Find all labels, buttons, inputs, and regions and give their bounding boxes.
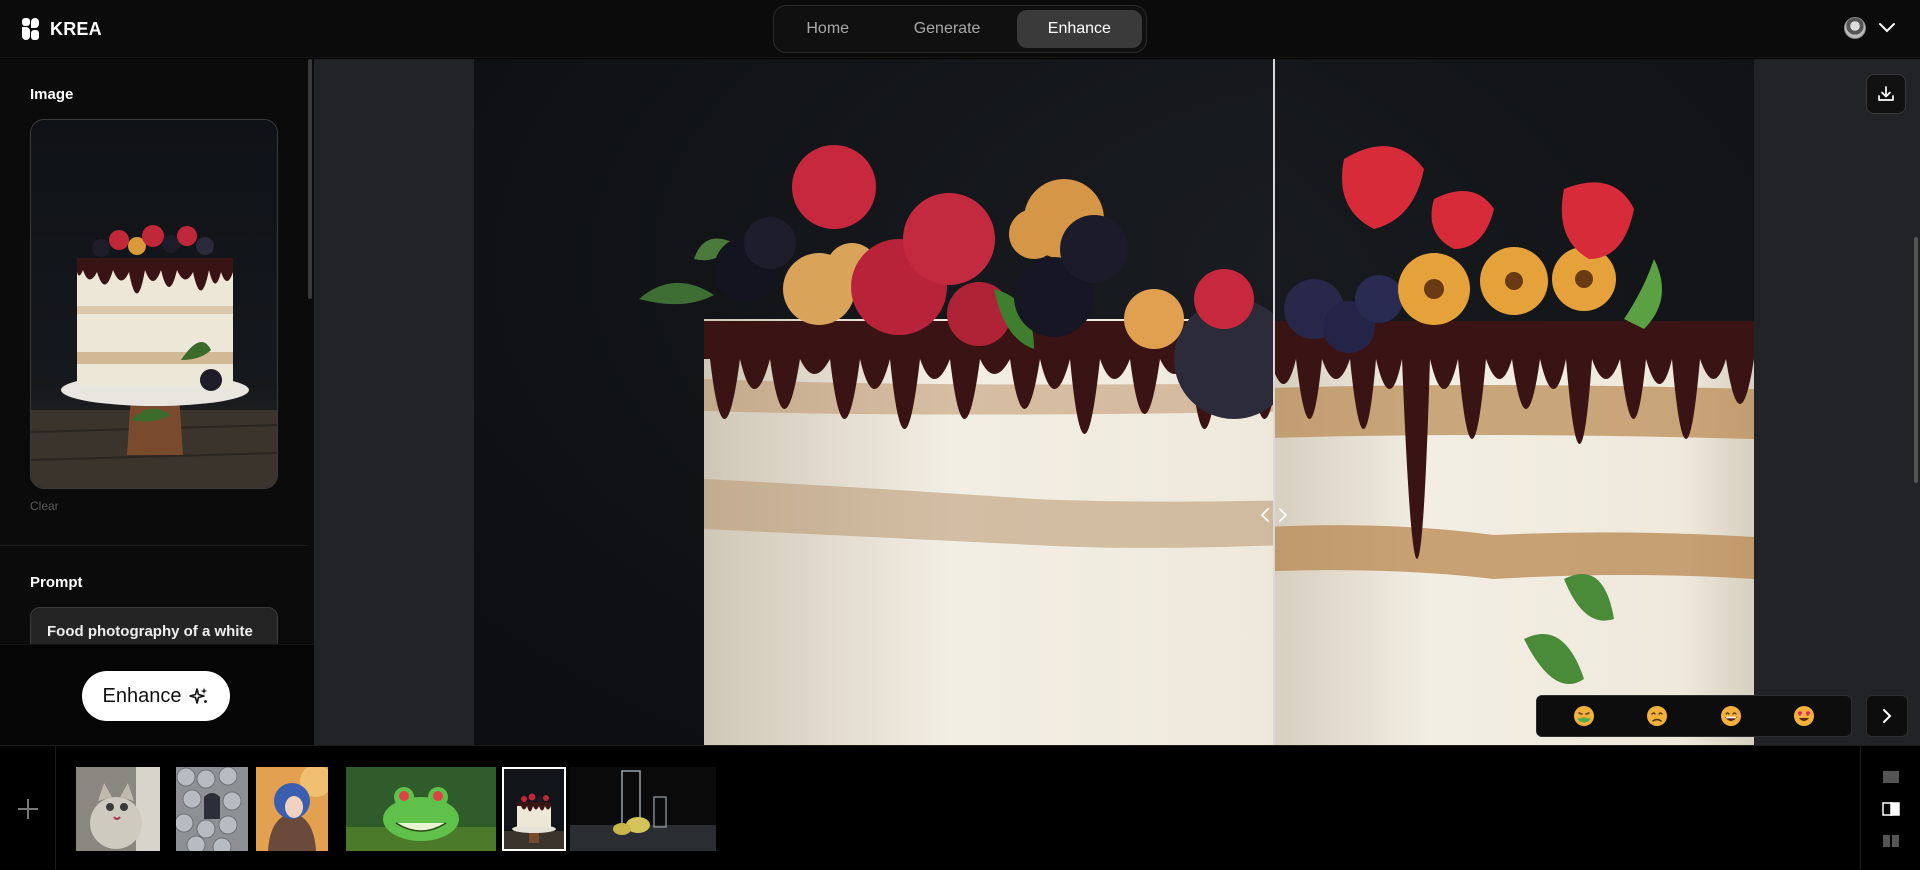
canvas-scrollbar[interactable] — [1914, 237, 1918, 483]
sidebar-footer: Enhance — [0, 644, 314, 745]
next-button[interactable] — [1866, 695, 1908, 737]
plus-icon — [17, 798, 38, 819]
history-thumb-hooded-figure[interactable] — [176, 767, 248, 851]
tab-home[interactable]: Home — [778, 10, 877, 48]
comparison-canvas — [314, 59, 1920, 745]
prompt-input[interactable]: Food photography of a white cake with fr… — [30, 607, 278, 644]
single-view-icon[interactable] — [1882, 770, 1900, 784]
heart-eyes-face-icon[interactable] — [1793, 705, 1815, 727]
compare-slider-handle[interactable] — [1260, 505, 1288, 525]
chevron-left-icon — [1260, 508, 1269, 522]
sparkle-icon — [189, 687, 208, 704]
download-button[interactable] — [1866, 74, 1906, 114]
enhance-comparison-view[interactable] — [474, 59, 1754, 745]
krea-logo-icon — [22, 18, 40, 40]
compare-divider[interactable] — [1273, 59, 1275, 745]
tab-enhance[interactable]: Enhance — [1016, 10, 1142, 48]
brand-name: KREA — [50, 18, 102, 39]
chevron-right-icon — [1883, 709, 1892, 723]
tab-generate[interactable]: Generate — [881, 10, 1012, 48]
top-bar: KREA Home Generate Enhance — [0, 0, 1920, 58]
settings-scroll-area[interactable]: Image Clear Prompt Food photography of a… — [0, 59, 308, 644]
divider — [0, 545, 308, 546]
image-heading: Image — [30, 86, 74, 103]
source-image[interactable] — [30, 119, 278, 489]
sidebar-scrollbar[interactable] — [308, 59, 312, 299]
history-thumb-frog[interactable] — [346, 767, 496, 851]
chevron-right-icon — [1279, 508, 1288, 522]
chevron-down-icon[interactable] — [1878, 22, 1896, 34]
view-mode-toggles — [1860, 746, 1920, 870]
history-thumb-anime-portrait[interactable] — [256, 767, 328, 851]
nauseated-face-icon[interactable] — [1573, 705, 1595, 727]
add-image-button[interactable] — [0, 746, 56, 870]
enhance-button[interactable]: Enhance — [82, 671, 230, 721]
history-thumb-glass-lemons[interactable] — [570, 767, 716, 851]
side-by-side-view-icon[interactable] — [1882, 834, 1900, 848]
disappointed-face-icon[interactable] — [1646, 705, 1668, 727]
download-icon — [1878, 86, 1894, 101]
rating-bar — [1536, 695, 1852, 737]
history-strip — [0, 745, 1920, 870]
compare-slider-view-icon[interactable] — [1881, 801, 1900, 816]
prompt-heading: Prompt — [30, 574, 83, 591]
cake-image — [474, 59, 1754, 745]
enhance-button-label: Enhance — [102, 684, 182, 707]
history-thumb-cake[interactable] — [502, 767, 566, 851]
account-menu[interactable] — [1844, 17, 1896, 39]
logo[interactable]: KREA — [22, 18, 102, 40]
history-thumb-kitten[interactable] — [76, 767, 160, 851]
source-image-cake — [31, 120, 277, 488]
settings-panel: Image Clear Prompt Food photography of a… — [0, 59, 314, 745]
grinning-face-icon[interactable] — [1720, 705, 1742, 727]
main-nav: Home Generate Enhance — [773, 5, 1147, 53]
clear-image-link[interactable]: Clear — [30, 499, 59, 513]
avatar[interactable] — [1844, 17, 1866, 39]
